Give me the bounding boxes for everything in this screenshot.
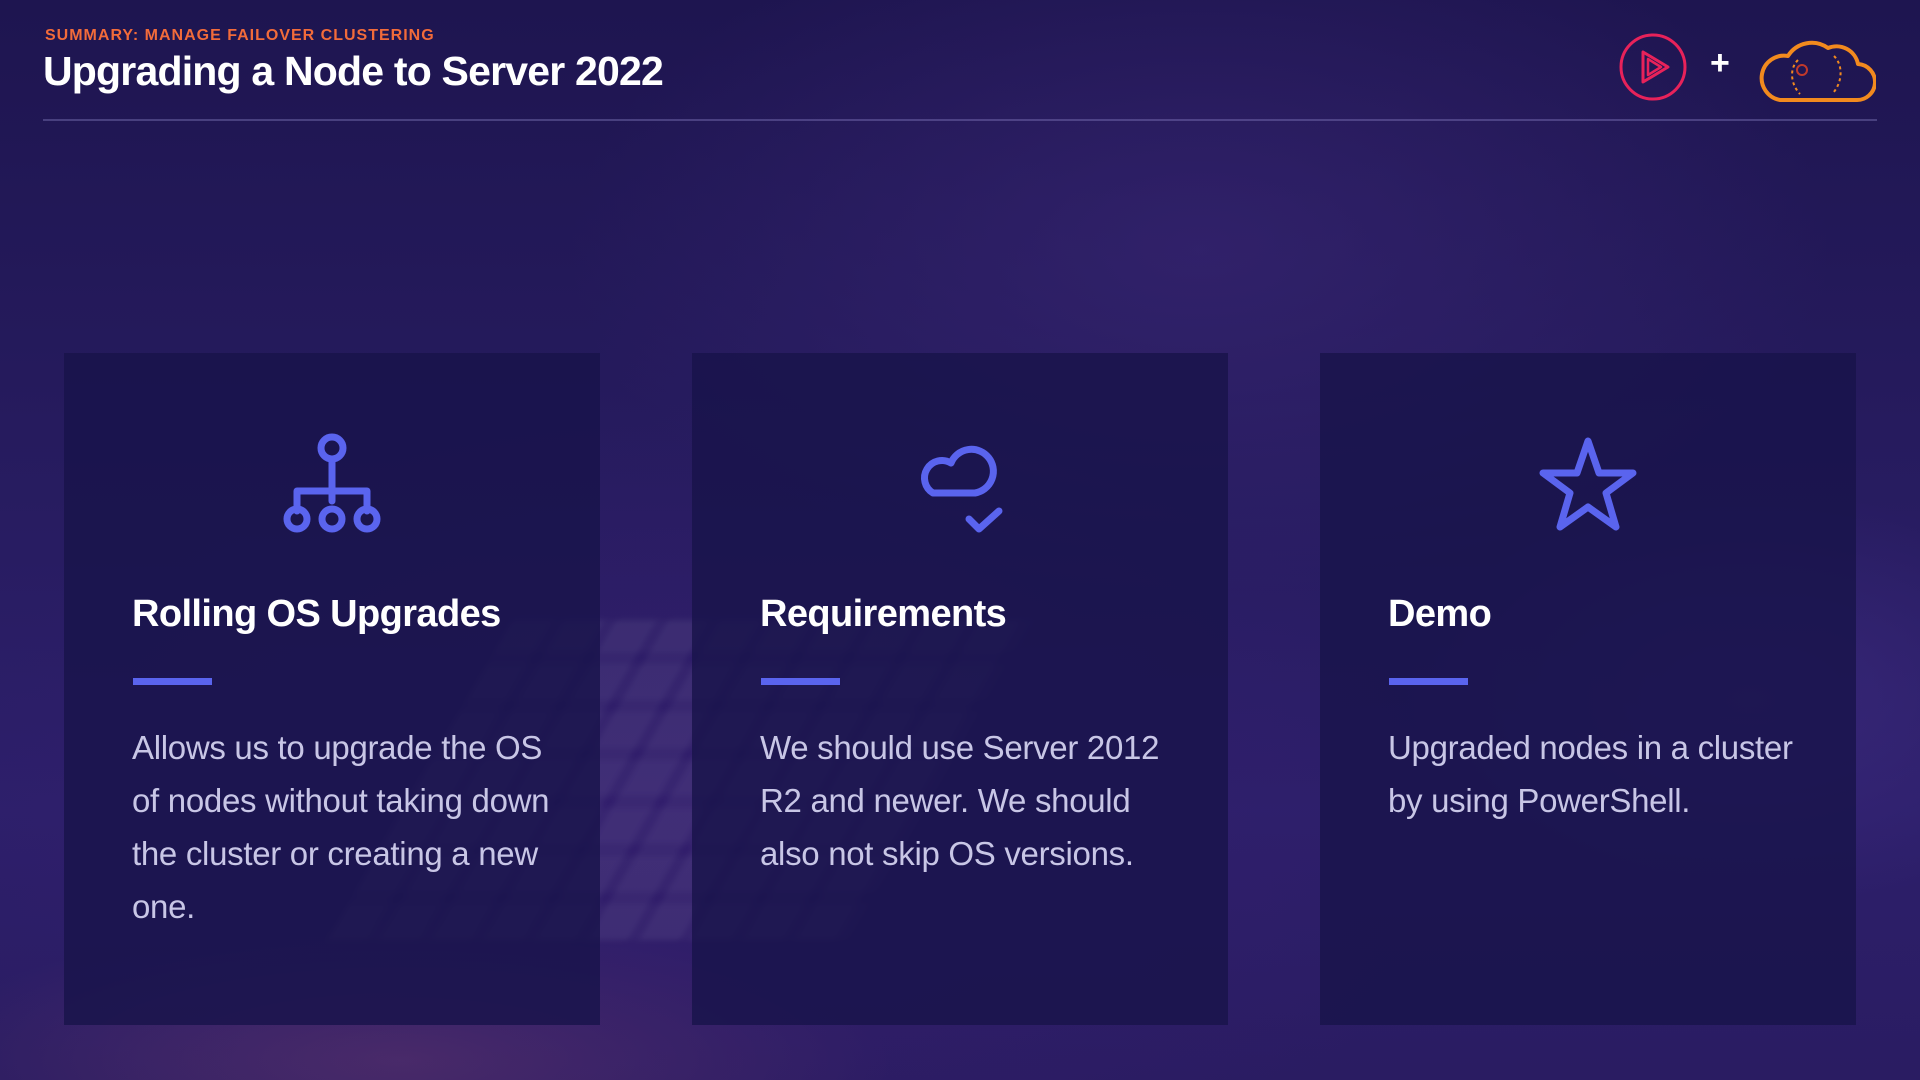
- card-accent-bar: [133, 678, 212, 685]
- header-divider: [43, 119, 1877, 121]
- card-accent-bar: [761, 678, 840, 685]
- slide-title: Upgrading a Node to Server 2022: [43, 48, 664, 94]
- card-requirements: Requirements We should use Server 2012 R…: [692, 353, 1228, 1025]
- plus-sign: +: [1710, 44, 1730, 82]
- card-description: Upgraded nodes in a cluster by using Pow…: [1388, 729, 1793, 819]
- section-kicker: SUMMARY: MANAGE FAILOVER CLUSTERING: [45, 27, 435, 44]
- hierarchy-icon: [283, 433, 381, 533]
- card-title: Rolling OS Upgrades: [132, 593, 501, 635]
- cloud-logo-icon: [1759, 40, 1876, 103]
- card-title: Demo: [1388, 593, 1492, 635]
- pluralsight-play-icon: [1619, 33, 1687, 101]
- brand-logos: +: [1618, 30, 1878, 110]
- card-rolling-os-upgrades: Rolling OS Upgrades Allows us to upgrade…: [64, 353, 600, 1025]
- card-demo: Demo Upgraded nodes in a cluster by usin…: [1320, 353, 1856, 1025]
- cloud-check-icon: [921, 445, 1003, 533]
- card-description: Allows us to upgrade the OS of nodes wit…: [132, 729, 550, 925]
- slide-header: SUMMARY: MANAGE FAILOVER CLUSTERING Upgr…: [43, 24, 1877, 120]
- card-title: Requirements: [760, 593, 1007, 635]
- star-icon: [1539, 437, 1637, 531]
- card-description: We should use Server 2012 R2 and newer. …: [760, 729, 1160, 872]
- card-accent-bar: [1389, 678, 1468, 685]
